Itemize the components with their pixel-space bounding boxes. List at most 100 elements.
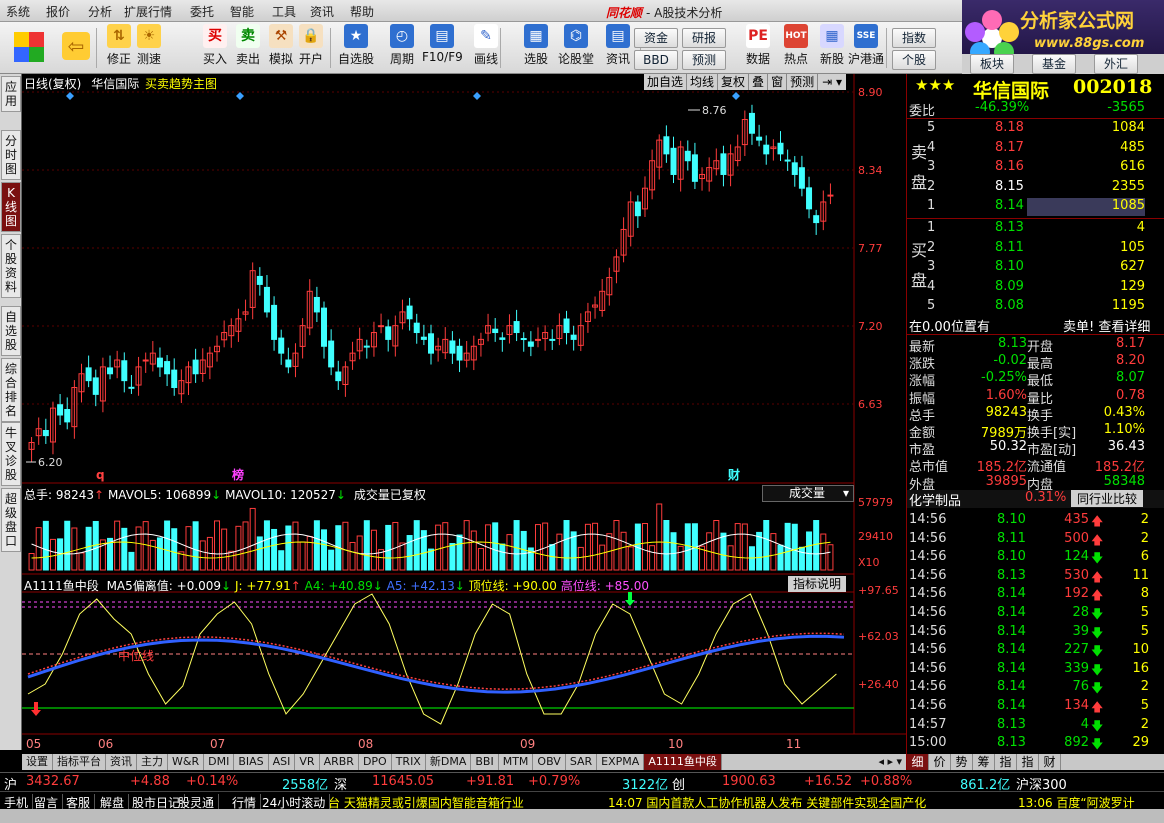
toolbar-btn-pe[interactable]: PE 数据 bbox=[738, 24, 778, 67]
sell-level-row[interactable]: 4 8.17 485 bbox=[907, 140, 1164, 158]
quote-tab-4[interactable]: 指 bbox=[995, 754, 1017, 770]
stat-label: 涨跌 bbox=[909, 357, 936, 373]
quote-tab-2[interactable]: 势 bbox=[951, 754, 973, 770]
indicator-tab-12[interactable]: 新DMA bbox=[426, 754, 472, 770]
indicator-tab-4[interactable]: W&R bbox=[168, 754, 205, 770]
event-marker-icon[interactable] bbox=[236, 92, 244, 100]
sell-level-row[interactable]: 1 8.14 1085 bbox=[907, 198, 1164, 216]
side-tab-1[interactable]: 分时图 bbox=[1, 130, 21, 180]
toolbar-btn-lock[interactable]: 🔒 开户 bbox=[296, 24, 326, 67]
toolbar-btn-talk[interactable]: ⌬ 论股堂 bbox=[556, 24, 596, 67]
kline-chart-area[interactable]: 日线(复权) 华信国际 买卖趋势主图 加自选 均线 复权叠窗预测 ⇥ ▾ 8.90 8.… bbox=[22, 74, 906, 752]
quote-tab-6[interactable]: 财 bbox=[1039, 754, 1061, 770]
toolbar-small-button[interactable]: 预测 bbox=[682, 50, 726, 70]
menu-item-6[interactable]: 工具 bbox=[272, 3, 296, 20]
chart-event-marker[interactable]: 财 bbox=[727, 467, 740, 482]
toolbar-btn-sell[interactable]: 卖卖出 bbox=[233, 24, 263, 67]
toolbar-btn-hk[interactable]: SSE 沪港通 bbox=[846, 24, 886, 67]
logo-text: 分析家公式网 bbox=[1020, 10, 1135, 32]
indicator-tab-14[interactable]: MTM bbox=[499, 754, 534, 770]
buy-level-row[interactable]: 5 8.08 1195 bbox=[907, 298, 1164, 316]
event-marker-icon[interactable] bbox=[732, 92, 740, 100]
buy-level-row[interactable]: 4 8.09 129 bbox=[907, 279, 1164, 297]
menu-item-8[interactable]: 帮助 bbox=[350, 3, 374, 20]
indicator-tab-1[interactable]: 指标平台 bbox=[53, 754, 106, 770]
sell-level-row[interactable]: 2 8.15 2355 bbox=[907, 179, 1164, 197]
toolbar-small-button[interactable]: 个股 bbox=[892, 50, 936, 70]
chart-event-marker[interactable]: 榜 bbox=[232, 467, 244, 482]
sell-level-row[interactable]: 5 8.18 1084 bbox=[907, 120, 1164, 138]
indicator-tab-11[interactable]: TRIX bbox=[392, 754, 426, 770]
sector-compare-button[interactable]: 同行业比较 bbox=[1071, 490, 1143, 507]
toolbar-btn-news[interactable]: ▤ 资讯 bbox=[598, 24, 638, 67]
ind-name[interactable]: A1111鱼中段 bbox=[24, 579, 99, 593]
menu-item-1[interactable]: 报价 bbox=[46, 3, 70, 20]
buy-level-row[interactable]: 1 8.13 4 bbox=[907, 220, 1164, 238]
toolbar-btn-buy[interactable]: 买买入 bbox=[200, 24, 230, 67]
indicator-tab-18[interactable]: A1111鱼中段 bbox=[644, 754, 722, 770]
indicator-tab-8[interactable]: VR bbox=[295, 754, 320, 770]
layout-icon[interactable] bbox=[14, 32, 44, 62]
toolbar-btn-gavel[interactable]: ⚒ 模拟 bbox=[266, 24, 296, 67]
indicator-tab-9[interactable]: ARBR bbox=[320, 754, 359, 770]
menu-item-4[interactable]: 委托 bbox=[190, 3, 214, 20]
toolbar-btn-screen[interactable]: ▦ 选股 bbox=[516, 24, 556, 67]
menu-item-2[interactable]: 分析 bbox=[88, 3, 112, 20]
volume-bar bbox=[542, 522, 549, 571]
volume-select[interactable]: 成交量 ▾ bbox=[762, 485, 854, 502]
chart-canvas[interactable]: 8.90 8.34 7.77 7.20 6.63 8.76 6.20 q 榜 财 57979 2941… bbox=[22, 74, 906, 752]
quote-tab-5[interactable]: 指 bbox=[1017, 754, 1039, 770]
indicator-tab-7[interactable]: ASI bbox=[269, 754, 296, 770]
back-arrow-icon[interactable]: ⇦ bbox=[62, 32, 90, 60]
tab-nav-arrows-icon[interactable]: ◂ ▸ ▾ bbox=[878, 754, 902, 770]
toolbar-small-button[interactable]: 资金 bbox=[634, 28, 678, 48]
side-tab-0[interactable]: 应用 bbox=[1, 76, 21, 112]
menu-item-0[interactable]: 系统 bbox=[6, 3, 30, 20]
chart-event-marker[interactable]: q bbox=[96, 468, 105, 482]
toolbar-btn-info[interactable]: ▤ F10/F9 bbox=[422, 24, 463, 64]
side-tab-3[interactable]: 个股资料 bbox=[1, 234, 21, 298]
indicator-tab-3[interactable]: 主力 bbox=[137, 754, 168, 770]
indicator-tab-10[interactable]: DPO bbox=[359, 754, 392, 770]
indicator-tab-17[interactable]: EXPMA bbox=[597, 754, 645, 770]
volume-bar bbox=[670, 532, 677, 571]
buy-level-row[interactable]: 2 8.11 105 bbox=[907, 240, 1164, 258]
toolbar-small-button[interactable]: 外汇 bbox=[1094, 54, 1138, 74]
indicator-help-button[interactable]: 指标说明 bbox=[788, 576, 846, 592]
menu-item-7[interactable]: 资讯 bbox=[310, 3, 334, 20]
buy-level-row[interactable]: 3 8.10 627 bbox=[907, 259, 1164, 277]
side-tab-7[interactable]: 超级盘口 bbox=[1, 488, 21, 552]
indicator-tab-15[interactable]: OBV bbox=[533, 754, 566, 770]
indicator-tab-0[interactable]: 设置 bbox=[22, 754, 53, 770]
menu-item-5[interactable]: 智能 bbox=[230, 3, 254, 20]
indicator-tab-13[interactable]: BBI bbox=[471, 754, 499, 770]
side-tab-2[interactable]: K线图 bbox=[1, 182, 21, 232]
side-tab-4[interactable]: 自选股 bbox=[1, 306, 21, 356]
indicator-tab-6[interactable]: BIAS bbox=[234, 754, 269, 770]
toolbar-btn-hot[interactable]: HOT 热点 bbox=[776, 24, 816, 67]
event-marker-icon[interactable] bbox=[473, 92, 481, 100]
quote-tab-0[interactable]: 细 bbox=[907, 754, 929, 770]
toolbar-small-button[interactable]: BBD bbox=[634, 50, 678, 70]
side-tab-5[interactable]: 综合排名 bbox=[1, 358, 21, 422]
toolbar-small-button[interactable]: 研报 bbox=[682, 28, 726, 48]
toolbar-btn-clock[interactable]: ◴ 周期 bbox=[382, 24, 422, 67]
indicator-tab-16[interactable]: SAR bbox=[566, 754, 598, 770]
sector-name[interactable]: 化学制品 bbox=[909, 490, 961, 509]
event-marker-icon[interactable] bbox=[66, 92, 74, 100]
toolbar-small-button[interactable]: 板块 bbox=[970, 54, 1014, 74]
indicator-tab-2[interactable]: 资讯 bbox=[106, 754, 137, 770]
toolbar-btn-stopwatch[interactable]: ☀ 测速 bbox=[134, 24, 164, 67]
position-link[interactable]: 卖单! 查看详细 bbox=[1063, 316, 1150, 335]
toolbar-small-button[interactable]: 基金 bbox=[1032, 54, 1076, 74]
toolbar-small-button[interactable]: 指数 bbox=[892, 28, 936, 48]
menu-item-3[interactable]: 扩展行情 bbox=[124, 3, 172, 20]
toolbar-btn-up-down-arrows[interactable]: ⇅ 修正 bbox=[104, 24, 134, 67]
side-tab-6[interactable]: 牛叉诊股 bbox=[1, 422, 21, 486]
gavel-icon: ⚒ bbox=[269, 24, 293, 48]
quote-tab-1[interactable]: 价 bbox=[929, 754, 951, 770]
sell-level-row[interactable]: 3 8.16 616 bbox=[907, 159, 1164, 177]
quote-tab-3[interactable]: 筹 bbox=[973, 754, 995, 770]
indicator-tab-5[interactable]: DMI bbox=[204, 754, 235, 770]
toolbar-btn-star[interactable]: ★ 自选股 bbox=[336, 24, 376, 67]
